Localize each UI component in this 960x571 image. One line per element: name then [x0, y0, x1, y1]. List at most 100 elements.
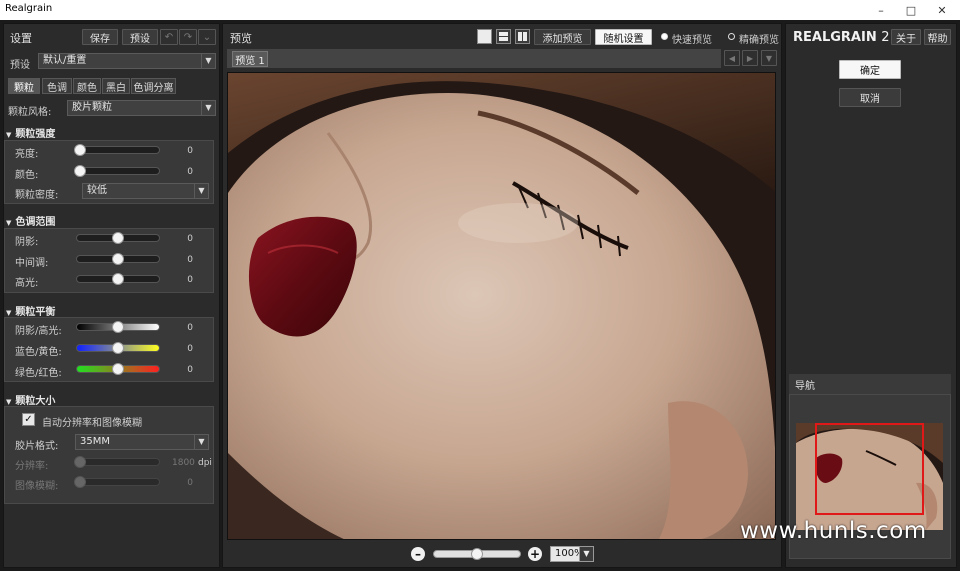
zoom-out-icon[interactable]: –: [411, 547, 425, 561]
midtone-label: 中间调:: [15, 258, 49, 269]
green-red-slider-handle[interactable]: [112, 363, 124, 375]
image-blur-slider[interactable]: [76, 478, 160, 486]
preset-select-value: 默认/重置: [43, 55, 87, 66]
preview-title: 预览: [230, 32, 252, 45]
tab-split-tone[interactable]: 色调分离: [131, 78, 176, 94]
watermark: www.hunls.com: [740, 518, 927, 544]
tab-tone[interactable]: 色调: [42, 78, 72, 94]
auto-resolution-checkbox[interactable]: ✓: [22, 413, 35, 426]
preset-select[interactable]: 默认/重置 ▼: [38, 53, 216, 69]
navigator-thumbnail[interactable]: [796, 423, 943, 530]
film-format-select[interactable]: 35MM ▼: [75, 434, 209, 450]
grain-color-label: 颜色:: [15, 170, 39, 181]
zoom-in-icon[interactable]: +: [528, 547, 542, 561]
density-value: 较低: [87, 185, 107, 196]
resolution-slider-handle[interactable]: [74, 456, 86, 468]
blue-yellow-value: 0: [187, 344, 193, 354]
undo-icon[interactable]: ↶: [160, 29, 178, 45]
single-view-icon[interactable]: [477, 29, 492, 44]
portrait-photo: [228, 73, 775, 539]
auto-resolution-label: 自动分辨率和图像模糊: [42, 418, 142, 429]
tab-grain[interactable]: 颗粒: [8, 78, 40, 94]
help-button[interactable]: 帮助: [924, 29, 951, 45]
grain-style-value: 胶片颗粒: [72, 102, 112, 113]
brightness-value: 0: [187, 146, 193, 156]
accurate-preview-label: 精确预览: [739, 35, 779, 46]
ok-button[interactable]: 确定: [839, 60, 901, 79]
resolution-slider[interactable]: [76, 458, 160, 466]
random-settings-button[interactable]: 随机设置: [595, 29, 652, 45]
midtone-value: 0: [187, 255, 193, 265]
section-balance-header[interactable]: ▼ 颗粒平衡: [6, 303, 55, 318]
zoom-slider-handle[interactable]: [471, 548, 483, 560]
shadow-value: 0: [187, 234, 193, 244]
preset-button[interactable]: 预设: [122, 29, 158, 45]
section-strength-header[interactable]: ▼ 颗粒强度: [6, 125, 55, 140]
app-logo: REALGRAIN 2: [793, 30, 890, 45]
chevron-down-icon: ▼: [194, 184, 208, 198]
chevron-down-icon: ▼: [201, 101, 215, 115]
tab-preview-1[interactable]: 预览 1: [232, 51, 268, 67]
shadow-slider-handle[interactable]: [112, 232, 124, 244]
logo-version: 2: [881, 30, 890, 45]
title-bar: Realgrain – □ ✕: [0, 0, 960, 20]
brightness-slider-handle[interactable]: [74, 144, 86, 156]
shadow-highlight-slider-handle[interactable]: [112, 321, 124, 333]
blue-yellow-label: 蓝色/黄色:: [15, 347, 62, 358]
settings-title: 设置: [10, 32, 32, 45]
tab-bw[interactable]: 黑白: [102, 78, 130, 94]
density-label: 颗粒密度:: [15, 190, 59, 201]
midtone-slider-handle[interactable]: [112, 253, 124, 265]
chevron-down-icon: ▼: [201, 54, 215, 68]
density-select[interactable]: 较低 ▼: [82, 183, 209, 199]
zoom-select[interactable]: 100% ▼: [550, 546, 594, 562]
grain-style-label: 颗粒风格:: [8, 107, 52, 118]
section-size-header[interactable]: ▼ 颗粒大小: [6, 392, 55, 407]
split-horizontal-icon[interactable]: [496, 29, 511, 44]
history-dropdown-icon[interactable]: ⌄: [198, 29, 216, 45]
cancel-button[interactable]: 取消: [839, 88, 901, 107]
section-tonal-header[interactable]: ▼ 色调范围: [6, 213, 55, 228]
brightness-label: 亮度:: [15, 149, 39, 160]
add-preview-button[interactable]: 添加预览: [534, 29, 591, 45]
accurate-preview-radio[interactable]: [728, 33, 735, 40]
chevron-down-icon: ▼: [194, 435, 208, 449]
fast-preview-label: 快速预览: [672, 35, 712, 46]
close-icon[interactable]: ✕: [927, 0, 957, 20]
tab-list-icon[interactable]: ▼: [761, 50, 777, 66]
resolution-unit: dpi: [198, 458, 212, 468]
fast-preview-radio[interactable]: [661, 33, 668, 40]
tab-scroll-left-icon[interactable]: ◀: [724, 50, 740, 66]
blue-yellow-slider-handle[interactable]: [112, 342, 124, 354]
film-format-label: 胶片格式:: [15, 441, 59, 452]
logo-text: REALGRAIN: [793, 30, 877, 45]
image-blur-slider-handle[interactable]: [74, 476, 86, 488]
navigator-title: 导航: [795, 381, 815, 392]
highlight-label: 高光:: [15, 278, 39, 289]
preset-label: 预设: [10, 60, 30, 71]
section-strength-title: 颗粒强度: [15, 129, 56, 140]
tab-color[interactable]: 颜色: [73, 78, 101, 94]
grain-color-slider-handle[interactable]: [74, 165, 86, 177]
window-title: Realgrain: [5, 3, 53, 14]
navigator-viewport-rect[interactable]: [815, 423, 924, 515]
grain-color-value: 0: [187, 167, 193, 177]
save-button[interactable]: 保存: [82, 29, 118, 45]
about-button[interactable]: 关于: [891, 29, 921, 45]
brightness-slider[interactable]: [76, 146, 160, 154]
preview-image[interactable]: [227, 72, 776, 540]
shadow-label: 阴影:: [15, 237, 39, 248]
resolution-value: 1800: [172, 458, 195, 468]
minimize-icon[interactable]: –: [866, 0, 896, 20]
redo-icon[interactable]: ↷: [179, 29, 197, 45]
tab-scroll-right-icon[interactable]: ▶: [742, 50, 758, 66]
chevron-down-icon: ▼: [579, 547, 593, 561]
resolution-label: 分辨率:: [15, 461, 49, 472]
split-vertical-icon[interactable]: [515, 29, 530, 44]
grain-style-select[interactable]: 胶片颗粒 ▼: [67, 100, 216, 116]
maximize-icon[interactable]: □: [896, 0, 926, 20]
grain-color-slider[interactable]: [76, 167, 160, 175]
highlight-slider-handle[interactable]: [112, 273, 124, 285]
film-format-value: 35MM: [80, 436, 110, 447]
green-red-value: 0: [187, 365, 193, 375]
